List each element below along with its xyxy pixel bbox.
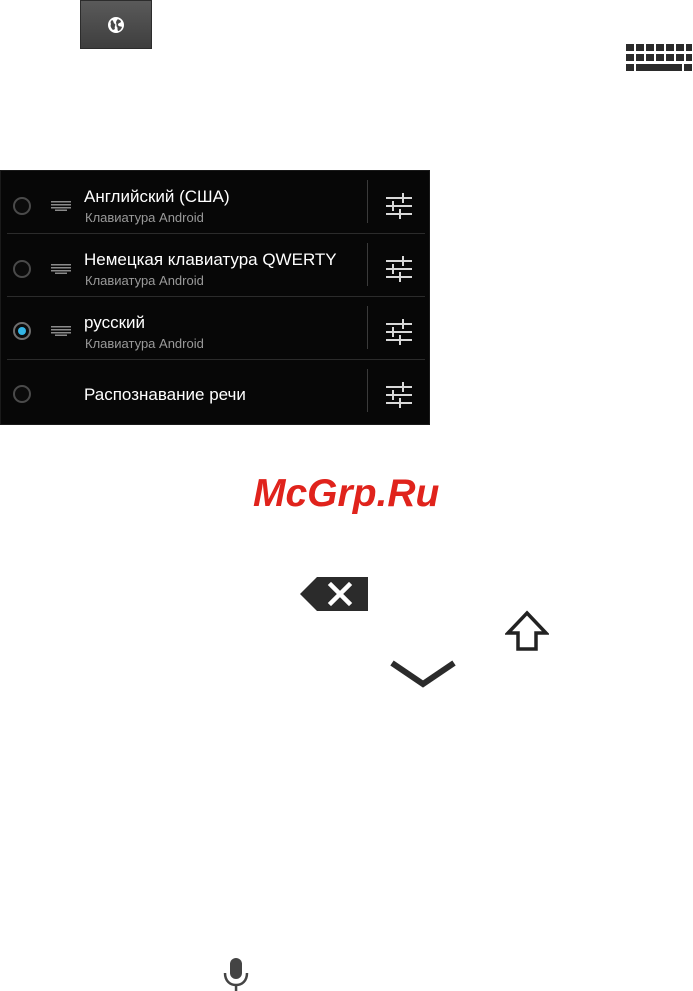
input-method-item-english-us[interactable]: Английский (США) Клавиатура Android — [1, 171, 431, 234]
keyboard-icon — [51, 201, 71, 211]
keyboard-icon — [51, 264, 71, 274]
sliders-settings-icon[interactable] — [386, 256, 412, 282]
divider — [367, 180, 368, 223]
watermark: McGrp.Ru — [253, 472, 440, 515]
input-method-title: Немецкая клавиатура QWERTY — [84, 250, 337, 269]
input-method-subtitle: Клавиатура Android — [85, 210, 204, 225]
input-method-item-russian[interactable]: русский Клавиатура Android — [1, 297, 431, 360]
keyboard-icon — [51, 326, 71, 336]
language-switch-button[interactable] — [80, 0, 152, 49]
divider — [367, 369, 368, 412]
divider — [367, 306, 368, 349]
input-method-item-voice-input[interactable]: Распознавание речи — [1, 360, 431, 423]
globe-icon — [108, 16, 124, 33]
radio-button[interactable] — [13, 197, 31, 215]
input-method-title: Распознавание речи — [84, 385, 246, 404]
shift-arrow-icon — [505, 610, 549, 651]
divider — [367, 243, 368, 286]
chevron-down-icon — [390, 660, 456, 688]
input-method-subtitle: Клавиатура Android — [85, 273, 204, 288]
input-method-list: Английский (США) Клавиатура Android Неме… — [0, 170, 430, 425]
backspace-icon — [300, 577, 368, 611]
radio-button[interactable] — [13, 385, 31, 403]
sliders-settings-icon[interactable] — [386, 319, 412, 345]
keyboard-icon — [626, 44, 692, 71]
sliders-settings-icon[interactable] — [386, 382, 412, 408]
radio-button-selected[interactable] — [13, 322, 31, 340]
input-method-item-german-qwerty[interactable]: Немецкая клавиатура QWERTY Клавиатура An… — [1, 234, 431, 297]
radio-button[interactable] — [13, 260, 31, 278]
input-method-title: русский — [84, 313, 146, 332]
input-method-title: Английский (США) — [84, 187, 230, 206]
sliders-settings-icon[interactable] — [386, 193, 412, 219]
input-method-subtitle: Клавиатура Android — [85, 336, 204, 351]
microphone-icon — [223, 958, 249, 991]
